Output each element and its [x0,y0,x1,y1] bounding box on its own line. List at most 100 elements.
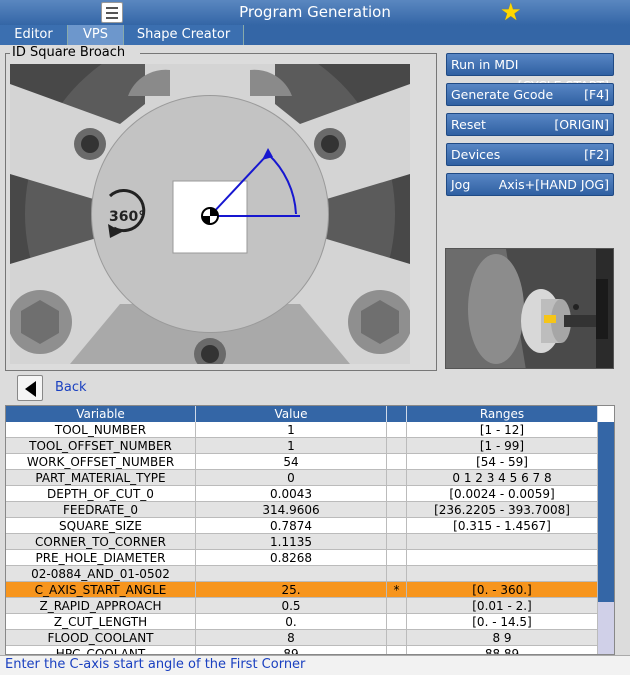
header-flag [387,406,407,422]
title-bar: Program Generation ★ [0,0,630,25]
table-row[interactable]: PART_MATERIAL_TYPE 0 0 1 2 3 4 5 6 7 8 [6,470,598,486]
value-cell: 54 [196,454,387,470]
range-cell [407,550,598,566]
value-cell: 314.9606 [196,502,387,518]
table-row[interactable]: WORK_OFFSET_NUMBER 54 [54 - 59] [6,454,598,470]
flag-cell [387,486,407,502]
broach-preview-image: 360° [10,64,410,364]
variable-cell: TOOL_NUMBER [6,422,196,438]
table-row[interactable]: DEPTH_OF_CUT_0 0.0043 [0.0024 - 0.0059] [6,486,598,502]
table-row[interactable]: Z_CUT_LENGTH 0. [0. - 14.5] [6,614,598,630]
star-icon[interactable]: ★ [500,0,522,25]
table-row[interactable]: C_AXIS_START_ANGLE 25. * [0. - 360.] [6,582,598,598]
value-cell: 89 [196,646,387,654]
range-cell: 8 9 [407,630,598,646]
back-arrow-icon[interactable] [17,375,43,401]
table-header: Variable Value Ranges [6,406,598,422]
range-cell: 0 1 2 3 4 5 6 7 8 [407,470,598,486]
range-cell: [1 - 99] [407,438,598,454]
range-cell: [0. - 360.] [407,582,598,598]
flag-cell [387,438,407,454]
variable-cell: C_AXIS_START_ANGLE [6,582,196,598]
variable-cell: SQUARE_SIZE [6,518,196,534]
header-ranges: Ranges [407,406,598,422]
run-in-mdi-button[interactable]: Run in MDI[CYCLE START] [446,53,614,93]
scrollbar-thumb[interactable] [598,422,614,602]
flag-cell [387,454,407,470]
table-row[interactable]: HPC_COOLANT 89 88 89 [6,646,598,654]
tab-shape-creator[interactable]: Shape Creator [124,25,244,45]
variable-cell: Z_RAPID_APPROACH [6,598,196,614]
range-cell: 88 89 [407,646,598,654]
variables-table: Variable Value Ranges TOOL_NUMBER 1 [1 - 1… [5,405,615,655]
flag-cell [387,518,407,534]
panel-title: ID Square Broach [10,45,128,60]
value-cell: 1.1135 [196,534,387,550]
variable-cell: PRE_HOLE_DIAMETER [6,550,196,566]
flag-cell [387,534,407,550]
value-cell [196,566,387,582]
tab-bar: Editor VPS Shape Creator [0,25,630,45]
flag-cell [387,566,407,582]
range-cell: [0. - 14.5] [407,614,598,630]
range-cell: [54 - 59] [407,454,598,470]
value-cell: 0.0043 [196,486,387,502]
header-value: Value [196,406,387,422]
value-cell: 25. [196,582,387,598]
status-message: Enter the C-axis start angle of the Firs… [0,655,630,675]
variable-cell: FEEDRATE_0 [6,502,196,518]
table-row[interactable]: Z_RAPID_APPROACH 0.5 [0.01 - 2.] [6,598,598,614]
variable-cell: TOOL_OFFSET_NUMBER [6,438,196,454]
variable-cell: HPC_COOLANT [6,646,196,654]
range-cell: [0.315 - 1.4567] [407,518,598,534]
variable-cell: CORNER_TO_CORNER [6,534,196,550]
machine-3d-thumbnail [445,248,614,369]
value-cell: 0.5 [196,598,387,614]
generate-gcode-button[interactable]: Generate Gcode [F4] [446,83,614,106]
flag-cell: * [387,582,407,598]
flag-cell [387,614,407,630]
variable-cell: DEPTH_OF_CUT_0 [6,486,196,502]
flag-cell [387,598,407,614]
variable-cell: PART_MATERIAL_TYPE [6,470,196,486]
value-cell: 0.7874 [196,518,387,534]
back-link[interactable]: Back [55,380,87,395]
value-cell: 1 [196,438,387,454]
value-cell: 0 [196,470,387,486]
window-title: Program Generation [239,3,391,21]
range-cell: [236.2205 - 393.7008] [407,502,598,518]
value-cell: 1 [196,422,387,438]
range-cell: [1 - 12] [407,422,598,438]
reset-button[interactable]: Reset [ORIGIN] [446,113,614,136]
tab-editor[interactable]: Editor [0,25,68,45]
table-row[interactable]: TOOL_NUMBER 1 [1 - 12] [6,422,598,438]
rotation-360-icon: 360° [109,209,145,225]
flag-cell [387,630,407,646]
flag-cell [387,646,407,654]
flag-cell [387,550,407,566]
flag-cell [387,502,407,518]
variable-cell: WORK_OFFSET_NUMBER [6,454,196,470]
table-scrollbar[interactable] [598,422,614,654]
devices-button[interactable]: Devices [F2] [446,143,614,166]
range-cell: [0.01 - 2.] [407,598,598,614]
value-cell: 0. [196,614,387,630]
jog-button[interactable]: Jog Axis+[HAND JOG] [446,173,614,196]
table-row[interactable]: CORNER_TO_CORNER 1.1135 [6,534,598,550]
table-row[interactable]: SQUARE_SIZE 0.7874 [0.315 - 1.4567] [6,518,598,534]
variable-cell: Z_CUT_LENGTH [6,614,196,630]
flag-cell [387,422,407,438]
variable-cell: FLOOD_COOLANT [6,630,196,646]
range-cell [407,566,598,582]
table-row[interactable]: PRE_HOLE_DIAMETER 0.8268 [6,550,598,566]
value-cell: 0.8268 [196,550,387,566]
value-cell: 8 [196,630,387,646]
tab-vps[interactable]: VPS [68,25,124,45]
header-variable: Variable [6,406,196,422]
table-row[interactable]: FLOOD_COOLANT 8 8 9 [6,630,598,646]
flag-cell [387,470,407,486]
table-row[interactable]: 02-0884_AND_01-0502 [6,566,598,582]
table-row[interactable]: FEEDRATE_0 314.9606 [236.2205 - 393.7008] [6,502,598,518]
range-cell [407,534,598,550]
table-row[interactable]: TOOL_OFFSET_NUMBER 1 [1 - 99] [6,438,598,454]
